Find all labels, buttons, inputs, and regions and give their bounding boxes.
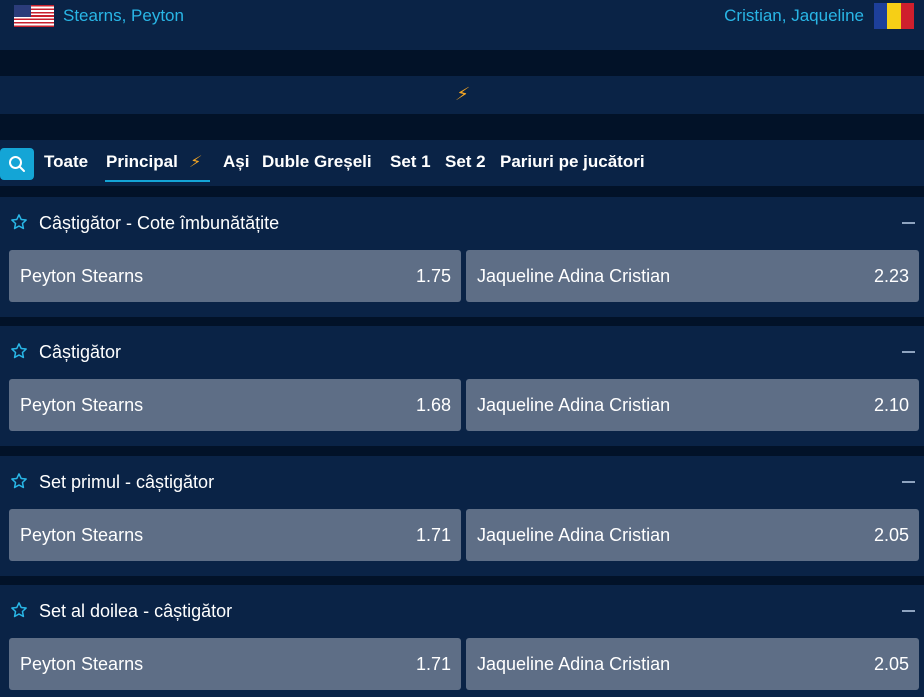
market-title: Set primul - câștigător (39, 472, 215, 492)
market-header[interactable]: Câștigător - Cote îmbunătățite (0, 197, 924, 249)
market-header[interactable]: Set primul - câștigător (0, 456, 924, 508)
odd-price: 1.75 (415, 265, 451, 286)
market-title: Câștigător (39, 342, 122, 362)
odd-price: 2.05 (873, 653, 909, 674)
search-icon (9, 156, 25, 172)
odd-price: 1.71 (415, 653, 451, 674)
home-team-name: Stearns, Peyton (63, 6, 184, 25)
odd-price: 2.10 (873, 394, 909, 415)
market-tabs: Toate Principal ⚡ Ași Duble Greșeli Set … (0, 140, 924, 186)
star-icon[interactable] (10, 601, 28, 619)
odd-button[interactable]: Peyton Stearns 1.68 (9, 379, 461, 431)
tab-asi[interactable]: Ași (223, 152, 249, 172)
selection-name: Jaqueline Adina Cristian (477, 524, 671, 545)
away-team[interactable]: Cristian, Jaqueline (724, 3, 914, 29)
selection-name: Jaqueline Adina Cristian (477, 653, 671, 674)
home-team[interactable]: Stearns, Peyton (14, 4, 184, 28)
odd-button[interactable]: Jaqueline Adina Cristian 2.05 (466, 638, 919, 690)
selection-name: Peyton Stearns (20, 653, 144, 674)
market-header[interactable]: Set al doilea - câștigător (0, 585, 924, 637)
selection-name: Peyton Stearns (20, 394, 144, 415)
market-card: Set primul - câștigător Peyton Stearns 1… (0, 456, 924, 576)
market-title: Set al doilea - câștigător (39, 601, 233, 621)
boost-bar: ⚡ (0, 76, 924, 114)
odd-price: 2.05 (873, 524, 909, 545)
active-tab-indicator (105, 180, 210, 182)
tab-toate[interactable]: Toate (44, 152, 88, 172)
romania-flag-icon (874, 3, 914, 29)
match-header: Stearns, Peyton Cristian, Jaqueline (0, 0, 924, 50)
lightning-bolt-icon: ⚡ (187, 152, 203, 171)
star-icon[interactable] (10, 213, 28, 231)
star-icon[interactable] (10, 472, 28, 490)
market-card: Set al doilea - câștigător Peyton Stearn… (0, 585, 924, 697)
market-card: Câștigător Peyton Stearns 1.68 Jaqueline… (0, 326, 924, 446)
market-card: Câștigător - Cote îmbunătățite Peyton St… (0, 197, 924, 317)
selection-name: Peyton Stearns (20, 265, 144, 286)
collapse-icon[interactable] (902, 481, 915, 483)
odd-button[interactable]: Jaqueline Adina Cristian 2.05 (466, 509, 919, 561)
odd-price: 2.23 (873, 265, 909, 286)
odd-price: 1.68 (415, 394, 451, 415)
star-icon[interactable] (10, 342, 28, 360)
collapse-icon[interactable] (902, 351, 915, 353)
odd-button[interactable]: Jaqueline Adina Cristian 2.10 (466, 379, 919, 431)
collapse-icon[interactable] (902, 610, 915, 612)
odd-button[interactable]: Peyton Stearns 1.75 (9, 250, 461, 302)
away-team-name: Cristian, Jaqueline (724, 6, 864, 25)
market-header[interactable]: Câștigător (0, 326, 924, 378)
us-flag-icon (14, 5, 54, 27)
tab-pariuri-pe-jucatori[interactable]: Pariuri pe jucători (500, 152, 645, 172)
tab-principal-label: Principal (106, 152, 178, 171)
tab-principal[interactable]: Principal ⚡ (106, 152, 203, 172)
odd-button[interactable]: Peyton Stearns 1.71 (9, 638, 461, 690)
lightning-bolt-icon: ⚡ (453, 84, 471, 105)
tab-duble-greseli[interactable]: Duble Greșeli (262, 152, 372, 172)
header-gap (0, 50, 924, 76)
selection-name: Jaqueline Adina Cristian (477, 265, 671, 286)
selection-name: Peyton Stearns (20, 524, 144, 545)
collapse-icon[interactable] (902, 222, 915, 224)
odd-button[interactable]: Jaqueline Adina Cristian 2.23 (466, 250, 919, 302)
selection-name: Jaqueline Adina Cristian (477, 394, 671, 415)
tab-set-2[interactable]: Set 2 (445, 152, 486, 172)
market-title: Câștigător - Cote îmbunătățite (39, 213, 280, 233)
odd-price: 1.71 (415, 524, 451, 545)
tab-set-1[interactable]: Set 1 (390, 152, 431, 172)
odd-button[interactable]: Peyton Stearns 1.71 (9, 509, 461, 561)
search-button[interactable] (0, 148, 34, 180)
